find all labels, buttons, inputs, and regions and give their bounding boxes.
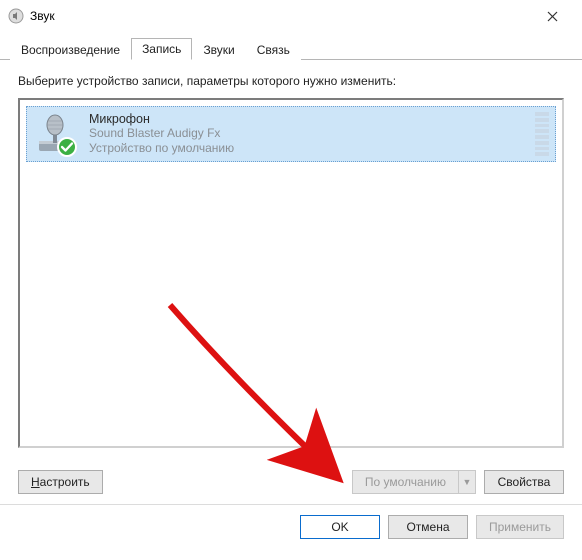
window-title: Звук [30, 9, 55, 23]
device-name: Микрофон [89, 112, 525, 126]
tab-playback[interactable]: Воспроизведение [10, 39, 131, 60]
device-subtitle: Sound Blaster Audigy Fx [89, 126, 525, 141]
properties-button[interactable]: Свойства [484, 470, 564, 494]
close-icon [547, 11, 558, 22]
input-level-meter [535, 112, 549, 156]
listbox-buttons: Настроить По умолчанию ▼ Свойства [0, 458, 582, 504]
set-default-split-button: По умолчанию ▼ [352, 470, 476, 494]
device-row[interactable]: Микрофон Sound Blaster Audigy Fx Устройс… [26, 106, 556, 162]
tab-bar: Воспроизведение Запись Звуки Связь [0, 36, 582, 60]
device-status: Устройство по умолчанию [89, 141, 525, 156]
instruction-text: Выберите устройство записи, параметры ко… [18, 74, 564, 88]
device-listbox[interactable]: Микрофон Sound Blaster Audigy Fx Устройс… [18, 98, 564, 448]
ok-button[interactable]: OK [300, 515, 380, 539]
titlebar: Звук [0, 0, 582, 36]
apply-button: Применить [476, 515, 564, 539]
tab-content: Выберите устройство записи, параметры ко… [0, 60, 582, 458]
tab-recording[interactable]: Запись [131, 38, 192, 60]
chevron-down-icon: ▼ [458, 470, 476, 494]
close-button[interactable] [530, 2, 574, 30]
microphone-device-icon [33, 111, 79, 157]
configure-button[interactable]: Настроить [18, 470, 103, 494]
dialog-buttons: OK Отмена Применить [0, 504, 582, 549]
device-text: Микрофон Sound Blaster Audigy Fx Устройс… [89, 112, 525, 156]
tab-communications[interactable]: Связь [246, 39, 301, 60]
sound-app-icon [8, 8, 24, 24]
tab-sounds[interactable]: Звуки [192, 39, 245, 60]
cancel-button[interactable]: Отмена [388, 515, 468, 539]
set-default-button: По умолчанию [352, 470, 458, 494]
